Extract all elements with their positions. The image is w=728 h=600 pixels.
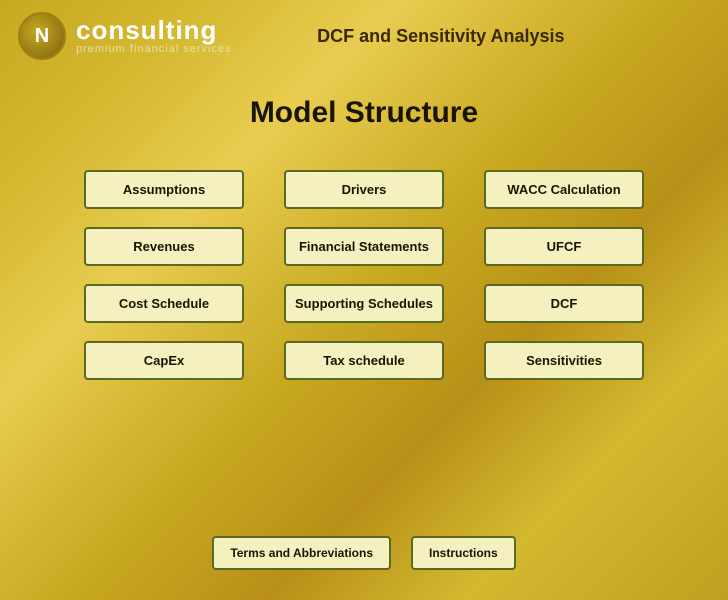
column-3: WACC Calculation UFCF DCF Sensitivities — [484, 170, 644, 380]
logo-text: consulting premium financial services — [76, 17, 232, 55]
header-title: DCF and Sensitivity Analysis — [232, 26, 710, 47]
page-title: Model Structure — [0, 96, 728, 130]
logo-icon: N — [18, 12, 66, 60]
header: N consulting premium financial services … — [0, 0, 728, 66]
footer: Terms and Abbreviations Instructions — [0, 536, 728, 570]
column-2: Drivers Financial Statements Supporting … — [284, 170, 444, 380]
column-1: Assumptions Revenues Cost Schedule CapEx — [84, 170, 244, 380]
logo-tagline: premium financial services — [76, 43, 232, 55]
instructions-button[interactable]: Instructions — [411, 536, 516, 570]
revenues-button[interactable]: Revenues — [84, 227, 244, 266]
terms-and-abbreviations-button[interactable]: Terms and Abbreviations — [212, 536, 391, 570]
cost-schedule-button[interactable]: Cost Schedule — [84, 284, 244, 323]
capex-button[interactable]: CapEx — [84, 341, 244, 380]
supporting-schedules-button[interactable]: Supporting Schedules — [284, 284, 444, 323]
tax-schedule-button[interactable]: Tax schedule — [284, 341, 444, 380]
assumptions-button[interactable]: Assumptions — [84, 170, 244, 209]
buttons-area: Assumptions Revenues Cost Schedule CapEx… — [0, 170, 728, 380]
wacc-calculation-button[interactable]: WACC Calculation — [484, 170, 644, 209]
ufcf-button[interactable]: UFCF — [484, 227, 644, 266]
dcf-button[interactable]: DCF — [484, 284, 644, 323]
drivers-button[interactable]: Drivers — [284, 170, 444, 209]
sensitivities-button[interactable]: Sensitivities — [484, 341, 644, 380]
logo-name: consulting — [76, 17, 232, 43]
financial-statements-button[interactable]: Financial Statements — [284, 227, 444, 266]
